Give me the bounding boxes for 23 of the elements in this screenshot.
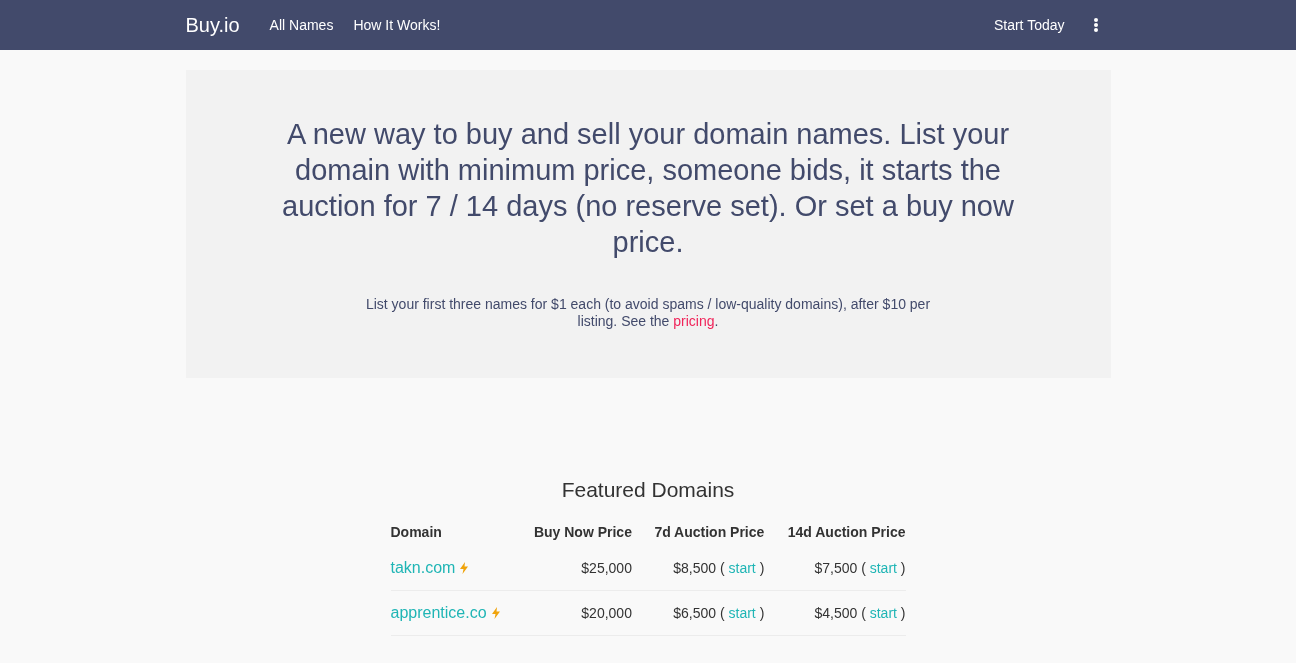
table-cell: $25,000 <box>581 560 632 576</box>
table-cell: $8,500 <box>673 560 717 576</box>
more-options-icon[interactable] <box>1092 18 1099 32</box>
start-link[interactable]: ( start ) <box>861 560 906 576</box>
pricing-note: List your first three names for $1 each (to avoid spams / low-quality domains), after $10 per listing. See the pricing. <box>364 296 932 330</box>
pricing-link[interactable]: pricing <box>673 313 715 329</box>
table-cell: $7,500 <box>814 560 858 576</box>
table-cell: $6,500 <box>673 605 717 621</box>
nav-link[interactable]: All Names <box>269 17 334 33</box>
start-link[interactable]: ( start ) <box>719 560 765 576</box>
start-link[interactable]: ( start ) <box>861 605 906 621</box>
column-header: 7d Auction Price <box>631 518 765 546</box>
column-header: 14d Auction Price <box>764 518 906 546</box>
column-header: Domain <box>390 523 443 542</box>
nav-link[interactable]: How It Works! <box>353 17 441 33</box>
start-today-link[interactable]: Start Today <box>993 17 1065 33</box>
section-title: Featured Domains <box>560 478 736 502</box>
brand-link[interactable]: Buy.io <box>185 13 240 37</box>
table-cell: $4,500 <box>814 605 858 621</box>
column-header: Buy Now Price <box>532 523 632 542</box>
start-link[interactable]: ( start ) <box>719 605 765 621</box>
hero-headline: A new way to buy and sell your domain names. List your domain with minimum price, someone bids, it starts the auction for 7 / 14 days (no reserve set). Or set a buy now price. <box>281 117 1015 260</box>
table-cell: $20,000 <box>581 605 632 621</box>
